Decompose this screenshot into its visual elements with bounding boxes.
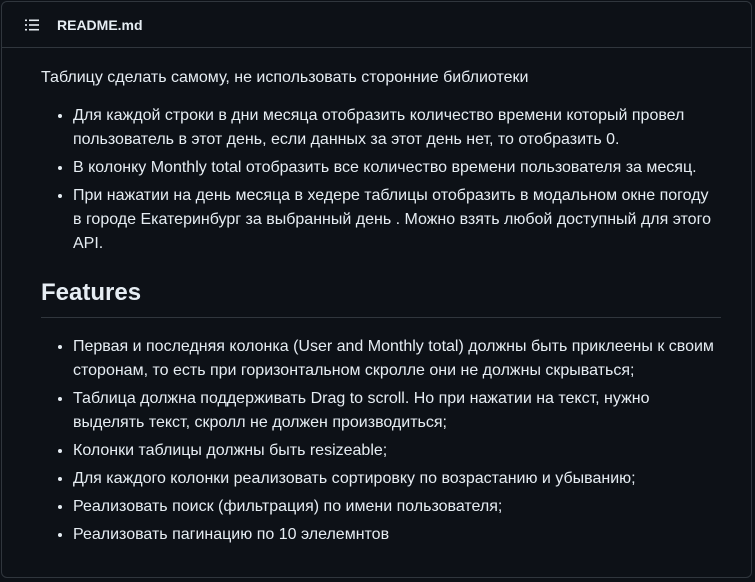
readme-header: README.md <box>2 2 751 48</box>
list-item: Реализовать пагинацию по 10 элелемнтов <box>73 523 721 547</box>
list-item: Колонки таблицы должны быть resizeable; <box>73 439 721 463</box>
requirements-list: Для каждой строки в дни месяца отобразит… <box>41 104 721 256</box>
list-item: Таблица должна поддерживать Drag to scro… <box>73 387 721 435</box>
features-list: Первая и последняя колонка (User and Mon… <box>41 335 721 547</box>
list-item: Для каждого колонки реализовать сортиров… <box>73 467 721 491</box>
list-item: Реализовать поиск (фильтрация) по имени … <box>73 495 721 519</box>
list-item: При нажатии на день месяца в хедере табл… <box>73 184 721 256</box>
readme-content: Таблицу сделать самому, не использовать … <box>2 48 751 547</box>
list-item: Первая и последняя колонка (User and Mon… <box>73 335 721 383</box>
features-heading: Features <box>41 278 721 318</box>
list-item: Для каждой строки в дни месяца отобразит… <box>73 104 721 152</box>
readme-panel: README.md Таблицу сделать самому, не исп… <box>1 1 752 578</box>
list-unordered-icon[interactable] <box>25 19 39 31</box>
readme-title: README.md <box>57 16 143 33</box>
intro-paragraph: Таблицу сделать самому, не использовать … <box>41 69 529 86</box>
list-item: В колонку Monthly total отобразить все к… <box>73 156 721 180</box>
